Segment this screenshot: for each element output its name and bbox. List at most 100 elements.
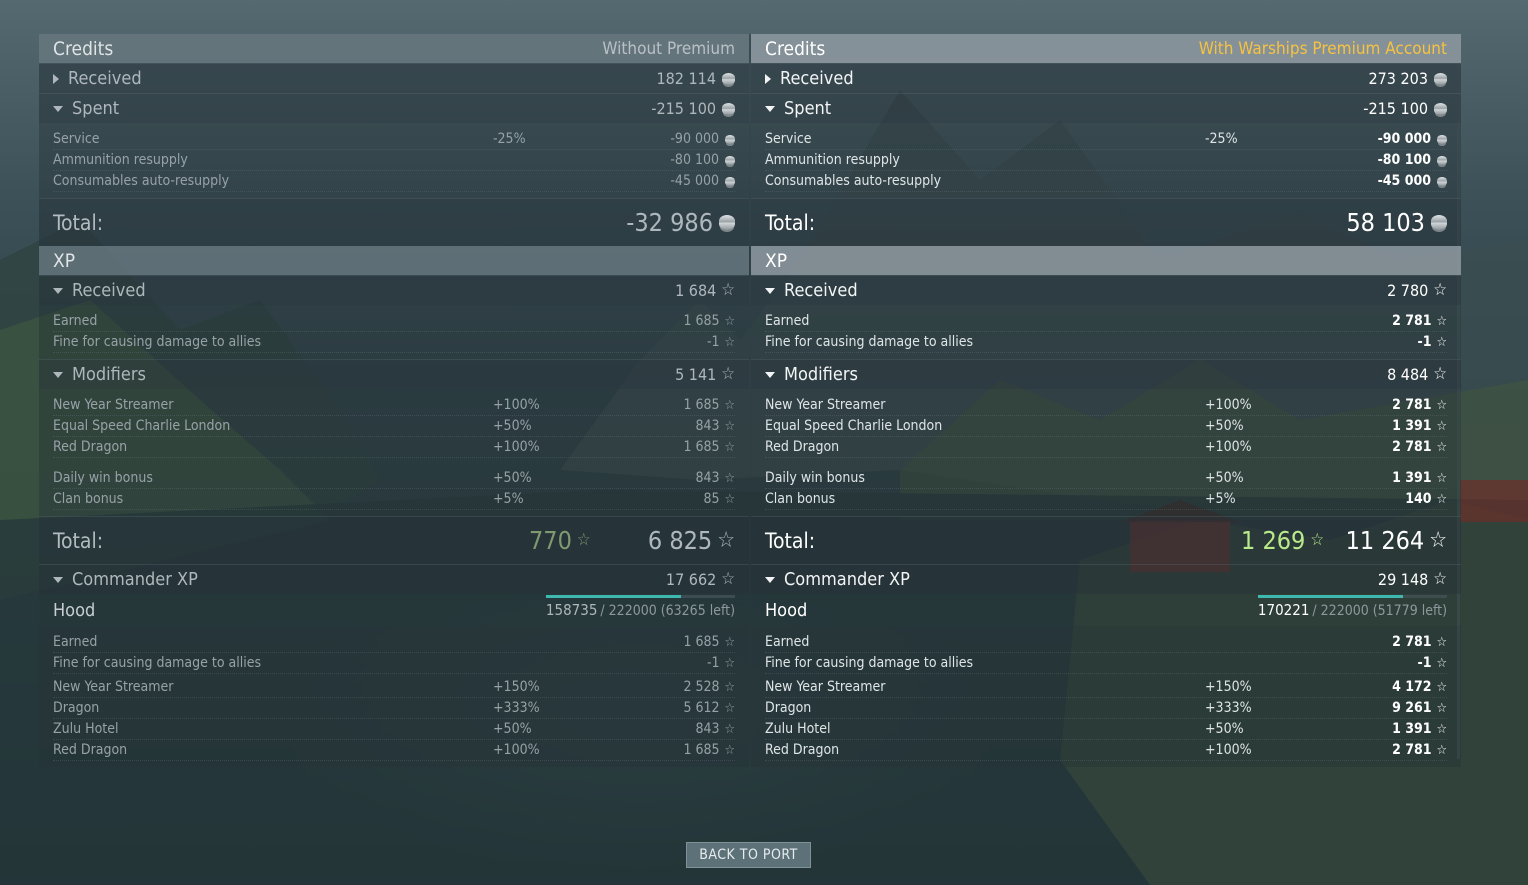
list-item: Daily win bonus +50% 1 391 ☆	[765, 468, 1447, 489]
free-xp-star-icon: ☆	[1310, 530, 1325, 550]
collapse-arrow-icon[interactable]	[765, 287, 775, 294]
list-item: Ammunition resupply -80 100	[765, 150, 1447, 171]
credits-coin-icon	[725, 176, 735, 186]
credits-spent-row[interactable]: Spent -215 100	[751, 93, 1461, 123]
xp-star-icon: ☆	[1436, 334, 1448, 350]
spent-label: Spent	[72, 98, 120, 119]
collapse-arrow-icon[interactable]	[53, 371, 63, 378]
list-item: New Year Streamer +150% 4 172 ☆	[765, 677, 1447, 698]
expand-arrow-icon[interactable]	[765, 73, 771, 84]
xp-received-row[interactable]: Received 2 780 ☆	[751, 275, 1461, 305]
credits-received-row[interactable]: Received 182 114	[39, 63, 749, 93]
spent-value: -215 100	[651, 99, 716, 118]
xp-star-icon: ☆	[724, 721, 736, 737]
xp-star-icon: ☆	[724, 655, 736, 671]
list-item: Earned 1 685 ☆	[53, 311, 735, 332]
list-item: New Year Streamer +100% 1 685 ☆	[53, 395, 735, 416]
commander-xp-row[interactable]: Commander XP 17 662 ☆	[39, 564, 749, 594]
list-item: Service -25% -90 000	[53, 129, 735, 150]
xp-star-icon: ☆	[721, 280, 735, 300]
list-item: Earned 2 781 ☆	[765, 632, 1447, 653]
credits-total-row: Total: 58 103	[751, 198, 1461, 246]
credits-header: Credits With Warships Premium Account	[751, 34, 1461, 63]
xp-title: XP	[53, 249, 76, 272]
modifiers-row[interactable]: Modifiers 5 141 ☆	[39, 359, 749, 389]
collapse-arrow-icon[interactable]	[53, 576, 63, 583]
collapse-arrow-icon[interactable]	[53, 287, 63, 294]
xp-received-row[interactable]: Received 1 684 ☆	[39, 275, 749, 305]
list-item: Fine for causing damage to allies -1 ☆	[765, 653, 1447, 674]
credits-coin-icon	[722, 72, 735, 85]
xp-star-icon: ☆	[1436, 418, 1448, 434]
credits-received-row[interactable]: Received 273 203	[751, 63, 1461, 93]
credits-total-value: 58 103	[1346, 208, 1425, 237]
list-item: Clan bonus +5% 85 ☆	[53, 489, 735, 510]
xp-star-icon: ☆	[724, 313, 736, 329]
free-xp-value: 1 269	[1241, 526, 1306, 555]
commander-xp-row[interactable]: Commander XP 29 148 ☆	[751, 564, 1461, 594]
credits-header: Credits Without Premium	[39, 34, 749, 63]
xp-star-icon: ☆	[1436, 742, 1448, 758]
ship-name: Hood	[765, 599, 808, 621]
panel-without-premium: Credits Without Premium Received 182 114…	[39, 34, 749, 767]
xp-header: XP	[751, 246, 1461, 275]
credits-subtitle: With Warships Premium Account	[1198, 38, 1447, 59]
xp-star-icon: ☆	[721, 569, 735, 589]
list-item: Dragon +333% 9 261 ☆	[765, 698, 1447, 719]
list-item: Service -25% -90 000	[765, 129, 1447, 150]
credits-coin-icon	[1437, 176, 1447, 186]
credits-subtitle: Without Premium	[602, 38, 735, 59]
panel-with-premium: Credits With Warships Premium Account Re…	[751, 34, 1461, 767]
xp-star-icon: ☆	[1433, 364, 1447, 384]
commander-progress: 170221 / 222000 (51779 left)	[1257, 595, 1447, 619]
modifiers-list: New Year Streamer +100% 2 781 ☆ Equal Speed…	[751, 389, 1461, 516]
xp-star-icon: ☆	[1436, 721, 1448, 737]
list-item: Equal Speed Charlie London +50% 843 ☆	[53, 416, 735, 437]
progress-bar	[1257, 595, 1447, 598]
credits-coin-icon	[725, 155, 735, 165]
progress-bar	[545, 595, 735, 598]
list-item: Ammunition resupply -80 100	[53, 150, 735, 171]
received-value: 182 114	[656, 69, 716, 88]
list-item: New Year Streamer +150% 2 528 ☆	[53, 677, 735, 698]
credits-spent-row[interactable]: Spent -215 100	[39, 93, 749, 123]
list-item: New Year Streamer +100% 2 781 ☆	[765, 395, 1447, 416]
credits-coin-icon	[719, 215, 735, 230]
xp-star-icon: ☆	[724, 334, 736, 350]
list-item: Red Dragon +100% 2 781 ☆	[765, 740, 1447, 761]
commander-ship-row: Hood 158735 / 222000 (63265 left)	[39, 594, 749, 626]
list-item: Zulu Hotel +50% 1 391 ☆	[765, 719, 1447, 740]
list-item: Fine for causing damage to allies -1 ☆	[53, 653, 735, 674]
xp-total-value: 11 264	[1345, 526, 1425, 555]
collapse-arrow-icon[interactable]	[765, 576, 775, 583]
list-item: Daily win bonus +50% 843 ☆	[53, 468, 735, 489]
credits-title: Credits	[765, 37, 826, 60]
collapse-arrow-icon[interactable]	[765, 105, 775, 112]
xp-star-icon: ☆	[724, 397, 736, 413]
list-item: Red Dragon +100% 2 781 ☆	[765, 437, 1447, 458]
xp-star-icon: ☆	[1436, 679, 1448, 695]
commander-list: Earned 2 781 ☆ Fine for causing damage to …	[751, 626, 1461, 767]
xp-star-icon: ☆	[724, 634, 736, 650]
collapse-arrow-icon[interactable]	[53, 105, 63, 112]
xp-star-icon: ☆	[724, 679, 736, 695]
xp-received-list: Earned 1 685 ☆ Fine for causing damage to …	[39, 305, 749, 359]
back-to-port-button[interactable]: BACK TO PORT	[686, 842, 811, 868]
xp-star-icon: ☆	[1433, 280, 1447, 300]
xp-star-icon: ☆	[1436, 700, 1448, 716]
commander-list: Earned 1 685 ☆ Fine for causing damage to …	[39, 626, 749, 767]
ship-name: Hood	[53, 599, 96, 621]
commander-ship-row: Hood 170221 / 222000 (51779 left)	[751, 594, 1461, 626]
credits-coin-icon	[1431, 215, 1447, 230]
expand-arrow-icon[interactable]	[53, 73, 59, 84]
total-label: Total:	[53, 210, 104, 235]
modifiers-row[interactable]: Modifiers 8 484 ☆	[751, 359, 1461, 389]
credits-coin-icon	[1434, 102, 1447, 115]
xp-star-icon: ☆	[1436, 439, 1448, 455]
collapse-arrow-icon[interactable]	[765, 371, 775, 378]
xp-star-icon: ☆	[1436, 313, 1448, 329]
xp-star-icon: ☆	[1436, 491, 1448, 507]
free-xp-value: 770	[529, 526, 572, 555]
list-item: Fine for causing damage to allies -1 ☆	[765, 332, 1447, 353]
xp-total-row: Total: 770 ☆ 6 825 ☆	[39, 516, 749, 564]
